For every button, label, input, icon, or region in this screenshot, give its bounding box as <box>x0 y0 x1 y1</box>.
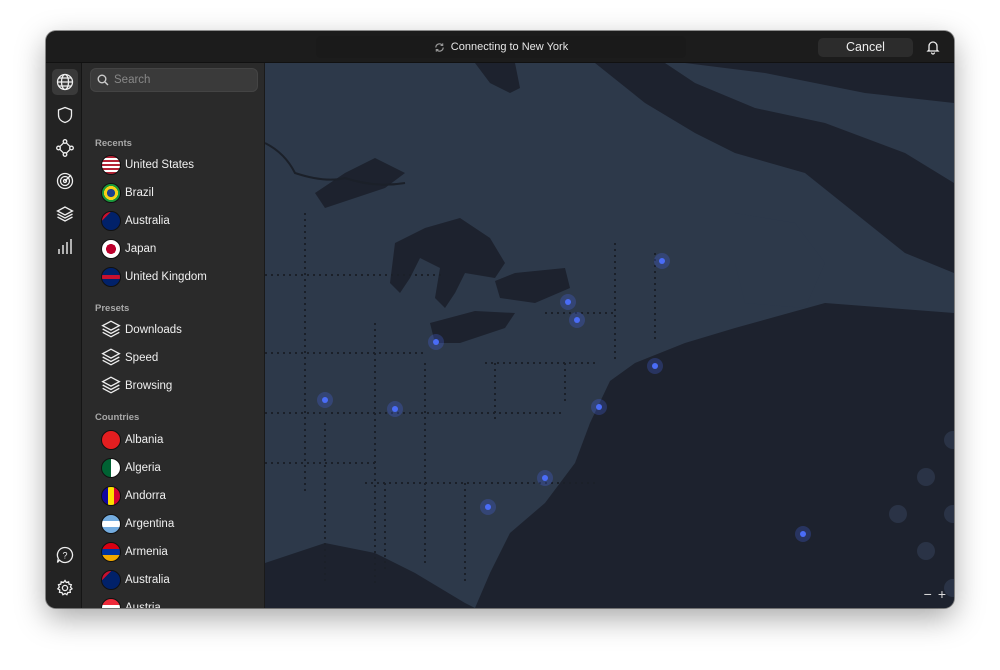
country-item-austria[interactable]: Austria <box>101 596 161 608</box>
item-label: Algeria <box>125 462 161 474</box>
item-label: Australia <box>125 574 170 586</box>
layers-icon[interactable] <box>52 201 78 227</box>
bell-icon[interactable] <box>926 39 940 55</box>
server-cluster-marker[interactable] <box>889 505 907 523</box>
app-window: Connecting to New York Cancel ? Search R… <box>46 31 954 608</box>
item-label: Austria <box>125 602 161 608</box>
server-pin[interactable] <box>433 339 439 345</box>
layers-icon <box>101 319 121 342</box>
flag-icon <box>101 486 121 506</box>
item-label: Albania <box>125 434 164 446</box>
help-icon[interactable]: ? <box>52 542 78 568</box>
flag-icon <box>101 430 121 450</box>
flag-icon <box>101 570 121 590</box>
flag-icon <box>101 267 121 287</box>
countries-header: Countries <box>95 412 140 423</box>
server-pin[interactable] <box>485 504 491 510</box>
flag-icon <box>101 598 121 608</box>
server-pin[interactable] <box>322 397 328 403</box>
server-pin[interactable] <box>574 317 580 323</box>
country-item-albania[interactable]: Albania <box>101 428 163 452</box>
item-label: Andorra <box>125 490 166 502</box>
country-item-argentina[interactable]: Argentina <box>101 512 174 536</box>
gear-icon[interactable] <box>52 575 78 601</box>
refresh-icon <box>435 42 444 52</box>
search-placeholder: Search <box>114 74 151 86</box>
country-item-united-kingdom[interactable]: United Kingdom <box>101 265 207 289</box>
server-pin[interactable] <box>392 406 398 412</box>
presets-header: Presets <box>95 303 130 314</box>
flag-icon <box>101 458 121 478</box>
zoom-in-button[interactable]: + <box>938 586 946 602</box>
flag-icon <box>101 514 121 534</box>
item-label: United Kingdom <box>125 271 207 283</box>
status-text: Connecting to New York <box>450 41 569 53</box>
map[interactable]: − + <box>265 63 954 608</box>
svg-text:?: ? <box>62 551 67 561</box>
recents-header: Recents <box>95 138 132 149</box>
item-label: Browsing <box>125 380 173 392</box>
mesh-network-icon[interactable] <box>52 135 78 161</box>
flag-icon <box>101 542 121 562</box>
item-label: Armenia <box>125 546 168 558</box>
search-icon <box>97 74 109 86</box>
item-label: Australia <box>125 215 170 227</box>
country-item-armenia[interactable]: Armenia <box>101 540 168 564</box>
preset-item-speed[interactable]: Speed <box>101 346 158 370</box>
water <box>265 63 954 608</box>
item-label: United States <box>125 159 195 171</box>
icon-rail: ? <box>46 63 82 608</box>
zoom-controls: − + <box>924 586 946 602</box>
item-label: Downloads <box>125 324 182 336</box>
flag-icon <box>101 239 121 259</box>
globe-icon[interactable] <box>52 69 78 95</box>
target-icon[interactable] <box>52 168 78 194</box>
zoom-out-button[interactable]: − <box>924 586 932 602</box>
country-item-australia[interactable]: Australia <box>101 209 170 233</box>
country-item-united-states[interactable]: United States <box>101 153 194 177</box>
server-cluster-marker[interactable] <box>917 468 935 486</box>
shield-icon[interactable] <box>52 102 78 128</box>
cancel-button[interactable]: Cancel <box>818 38 913 57</box>
server-pin[interactable] <box>596 404 602 410</box>
item-label: Speed <box>125 352 159 364</box>
connection-status: Connecting to New York <box>316 36 686 58</box>
server-pin[interactable] <box>652 363 658 369</box>
preset-item-downloads[interactable]: Downloads <box>101 318 182 342</box>
country-item-australia[interactable]: Australia <box>101 568 170 592</box>
server-pin[interactable] <box>659 258 665 264</box>
country-item-algeria[interactable]: Algeria <box>101 456 161 480</box>
flag-icon <box>101 211 121 231</box>
item-label: Japan <box>125 243 157 255</box>
sidebar: Search Recents United States Brazil Austra… <box>82 63 265 608</box>
search-input[interactable]: Search <box>90 68 258 92</box>
item-label: Argentina <box>125 518 175 530</box>
server-pin[interactable] <box>565 299 571 305</box>
preset-item-browsing[interactable]: Browsing <box>101 374 172 398</box>
server-pin[interactable] <box>542 475 548 481</box>
server-pin[interactable] <box>800 531 806 537</box>
server-cluster-marker[interactable] <box>917 542 935 560</box>
layers-icon <box>101 375 121 398</box>
bar-chart-icon[interactable] <box>52 234 78 260</box>
country-item-brazil[interactable]: Brazil <box>101 181 154 205</box>
layers-icon <box>101 347 121 370</box>
titlebar: Connecting to New York Cancel <box>46 31 954 63</box>
country-item-japan[interactable]: Japan <box>101 237 156 261</box>
flag-icon <box>101 183 121 203</box>
item-label: Brazil <box>125 187 154 199</box>
flag-icon <box>101 155 121 175</box>
country-item-andorra[interactable]: Andorra <box>101 484 166 508</box>
